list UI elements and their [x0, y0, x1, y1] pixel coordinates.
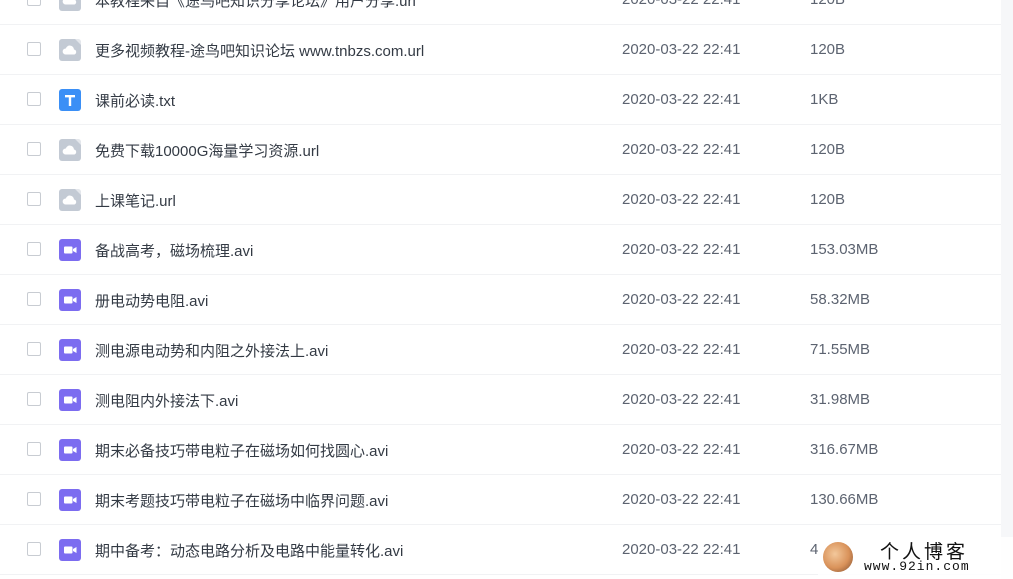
file-date: 2020-03-22 22:41 [622, 141, 741, 158]
file-size: 120B [810, 141, 846, 158]
file-row[interactable]: 测电源电动势和内阻之外接法上.avi 2020-03-22 22:41 71.5… [0, 325, 1013, 375]
link-file-icon [59, 0, 81, 11]
file-size: 71.55MB [810, 341, 871, 358]
row-checkbox[interactable] [27, 92, 41, 106]
video-file-icon [59, 339, 81, 361]
row-checkbox[interactable] [27, 42, 41, 56]
file-name[interactable]: 期末必备技巧带电粒子在磁场如何找圆心.avi [95, 440, 388, 461]
watermark-url: www.92in.com [864, 559, 970, 574]
file-row[interactable]: 期末考题技巧带电粒子在磁场中临界问题.avi 2020-03-22 22:41 … [0, 475, 1013, 525]
row-checkbox[interactable] [27, 442, 41, 456]
file-row[interactable]: 期末必备技巧带电粒子在磁场如何找圆心.avi 2020-03-22 22:41 … [0, 425, 1013, 475]
video-file-icon [59, 439, 81, 461]
file-name[interactable]: 测电阻内外接法下.avi [95, 390, 238, 411]
file-date: 2020-03-22 22:41 [622, 391, 741, 408]
file-size: 1KB [810, 91, 839, 108]
file-name[interactable]: 本教程来自《途鸟吧知识分享论坛》用户分享.url [95, 0, 416, 11]
site-watermark: 个人博客 www.92in.com [818, 537, 1013, 579]
file-row[interactable]: 测电阻内外接法下.avi 2020-03-22 22:41 31.98MB [0, 375, 1013, 425]
file-date: 2020-03-22 22:41 [622, 241, 741, 258]
file-list: 本教程来自《途鸟吧知识分享论坛》用户分享.url 2020-03-22 22:4… [0, 0, 1013, 575]
video-file-icon [59, 289, 81, 311]
link-file-icon [59, 189, 81, 211]
watermark-avatar-icon [823, 542, 853, 572]
file-date: 2020-03-22 22:41 [622, 0, 740, 8]
row-checkbox[interactable] [27, 142, 41, 156]
file-date: 2020-03-22 22:41 [622, 41, 741, 58]
file-row[interactable]: 上课笔记.url 2020-03-22 22:41 120B [0, 175, 1013, 225]
file-row[interactable]: 更多视频教程-途鸟吧知识论坛 www.tnbzs.com.url 2020-03… [0, 25, 1013, 75]
file-row[interactable]: 备战高考，磁场梳理.avi 2020-03-22 22:41 153.03MB [0, 225, 1013, 275]
row-checkbox[interactable] [27, 542, 41, 556]
file-date: 2020-03-22 22:41 [622, 291, 741, 308]
file-size: 31.98MB [810, 391, 871, 408]
file-name[interactable]: 课前必读.txt [95, 90, 175, 111]
video-file-icon [59, 389, 81, 411]
row-checkbox[interactable] [27, 492, 41, 506]
row-checkbox[interactable] [27, 242, 41, 256]
file-date: 2020-03-22 22:41 [622, 541, 741, 558]
file-date: 2020-03-22 22:41 [622, 191, 741, 208]
file-size: 316.67MB [810, 441, 879, 458]
file-size: 153.03MB [810, 241, 879, 258]
file-row[interactable]: 本教程来自《途鸟吧知识分享论坛》用户分享.url 2020-03-22 22:4… [0, 0, 1013, 25]
file-name[interactable]: 测电源电动势和内阻之外接法上.avi [95, 340, 328, 361]
row-checkbox[interactable] [27, 392, 41, 406]
file-date: 2020-03-22 22:41 [622, 491, 741, 508]
file-row[interactable]: 免费下载10000G海量学习资源.url 2020-03-22 22:41 12… [0, 125, 1013, 175]
text-file-icon [59, 89, 81, 111]
link-file-icon [59, 39, 81, 61]
scrollbar-track[interactable] [1001, 0, 1013, 579]
file-date: 2020-03-22 22:41 [622, 441, 741, 458]
file-name[interactable]: 免费下载10000G海量学习资源.url [95, 140, 319, 161]
row-checkbox[interactable] [27, 0, 41, 6]
file-size: 120B [810, 41, 846, 58]
link-file-icon [59, 139, 81, 161]
video-file-icon [59, 539, 81, 561]
file-name[interactable]: 上课笔记.url [95, 190, 176, 211]
file-name[interactable]: 更多视频教程-途鸟吧知识论坛 www.tnbzs.com.url [95, 40, 424, 61]
file-size: 130.66MB [810, 491, 879, 508]
file-date: 2020-03-22 22:41 [622, 341, 741, 358]
file-name[interactable]: 期中备考：动态电路分析及电路中能量转化.avi [95, 540, 403, 561]
file-row[interactable]: 册电动势电阻.avi 2020-03-22 22:41 58.32MB [0, 275, 1013, 325]
file-size: 120B [810, 191, 846, 208]
file-size: 120B [810, 0, 845, 8]
row-checkbox[interactable] [27, 292, 41, 306]
file-row[interactable]: 课前必读.txt 2020-03-22 22:41 1KB [0, 75, 1013, 125]
file-size: 58.32MB [810, 291, 871, 308]
row-checkbox[interactable] [27, 342, 41, 356]
row-checkbox[interactable] [27, 192, 41, 206]
file-name[interactable]: 期末考题技巧带电粒子在磁场中临界问题.avi [95, 490, 388, 511]
video-file-icon [59, 239, 81, 261]
file-name[interactable]: 备战高考，磁场梳理.avi [95, 240, 253, 261]
file-date: 2020-03-22 22:41 [622, 91, 741, 108]
file-name[interactable]: 册电动势电阻.avi [95, 290, 208, 311]
video-file-icon [59, 489, 81, 511]
